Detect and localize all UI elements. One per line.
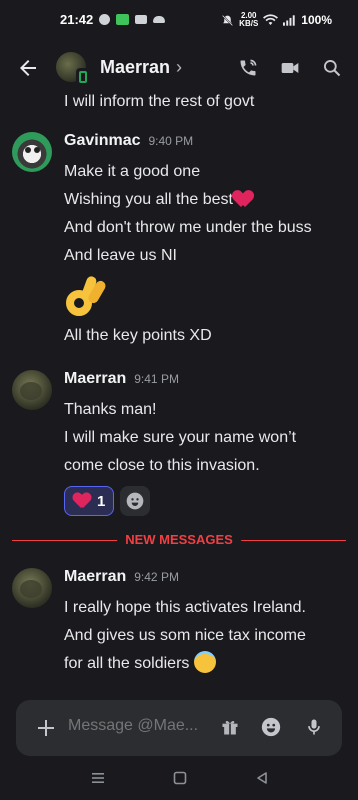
status-left: 21:42 [60,12,166,27]
home-icon[interactable] [172,770,188,786]
message-text: And don't throw me under the buss [64,219,312,236]
message-header: Maerran 9:41 PM [0,370,358,396]
search-icon[interactable] [322,58,342,78]
signal-icon [283,14,295,26]
message-text: for all the soldiers [0,650,358,678]
battery-level: 100% [301,13,332,27]
message-list[interactable]: I will inform the rest of govt Gavinmac … [0,84,358,694]
message-group-maerran: Maerran 9:42 PM I really hope this activ… [0,568,358,678]
app-notification-icon [116,14,130,25]
reactions-row: 1 [0,486,358,516]
reaction-count: 1 [97,492,106,510]
wifi-icon [263,14,279,25]
new-messages-divider: NEW MESSAGES [12,530,346,550]
avatar[interactable] [12,370,52,410]
smiley-icon [127,492,144,510]
message-composer [16,700,342,756]
avatar[interactable] [12,132,52,172]
timestamp: 9:42 PM [134,570,179,584]
gift-icon[interactable] [220,717,240,737]
net-speed-unit: KB/S [239,19,259,28]
plus-icon[interactable] [34,716,58,740]
heart-icon [73,493,91,509]
add-reaction-button[interactable] [120,486,151,516]
channel-title[interactable]: Maerran › [100,57,182,78]
message-text: Thanks man! [64,401,157,418]
author-name[interactable]: Maerran [64,370,126,388]
emoji-picker-icon[interactable] [260,716,282,738]
new-messages-label: NEW MESSAGES [117,532,241,547]
message-group-gavinmac: Gavinmac 9:40 PM Make it a good one Wish… [0,132,358,350]
microphone-icon[interactable] [304,716,324,738]
avatar[interactable] [12,568,52,608]
timestamp: 9:40 PM [148,134,194,148]
system-nav-bar [0,760,358,800]
chevron-right-icon: › [176,57,183,77]
video-call-icon[interactable] [280,58,300,78]
recent-apps-icon[interactable] [90,770,106,786]
heart-emoji-icon [237,189,257,207]
steam-icon [99,14,111,25]
message-group-maerran: Maerran 9:41 PM Thanks man! I will make … [0,370,358,516]
message-text: All the key points XD [64,327,212,344]
net-speed: 2.00 KB/S [239,12,258,28]
ok-hand-emoji-icon [66,274,108,320]
cloud-icon [153,16,166,23]
author-name[interactable]: Maerran [64,568,126,586]
message-text: Make it a good one [64,163,201,180]
back-nav-icon[interactable] [254,770,270,786]
message-header: Maerran 9:42 PM [0,568,358,594]
message-text: Wishing you all the best [0,186,358,214]
mail-icon [135,15,148,24]
halo-smile-emoji-icon [193,651,216,673]
message-text: I will inform the rest of govt [64,93,255,110]
avatar[interactable] [56,52,90,86]
message-text: And leave us NI [64,247,177,264]
message-text: come close to this invasion. [64,457,260,474]
message-text: I will make sure your name won’t [64,429,297,446]
voice-call-icon[interactable] [238,58,258,78]
message-text: And gives us som nice tax income [64,627,306,644]
status-right: 2.00 KB/S 100% [221,12,332,28]
message-header: Gavinmac 9:40 PM [0,132,358,158]
message-text: I really hope this activates Ireland. [64,599,306,616]
header-actions [238,58,342,78]
clock: 21:42 [60,12,94,27]
author-name[interactable]: Gavinmac [64,132,140,150]
mute-bell-icon [222,14,234,26]
message-text-content: Wishing you all the best [64,191,233,208]
message-text-content: for all the soldiers [64,655,190,672]
message-input[interactable] [68,717,208,735]
timestamp: 9:41 PM [134,372,179,386]
channel-name: Maerran [100,57,171,77]
heart-reaction-button[interactable]: 1 [64,486,115,516]
status-bar: 21:42 2.00 KB/S 100% [0,0,358,38]
back-arrow-icon[interactable] [16,56,40,80]
partial-message: I will inform the rest of govt [0,88,358,116]
